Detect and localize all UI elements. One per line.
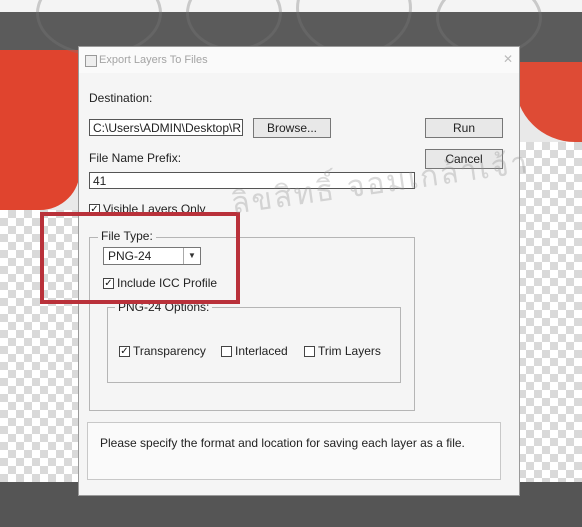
checkbox-checked-icon: ✓ — [103, 277, 114, 289]
file-type-select[interactable]: PNG-24 ▼ — [103, 247, 201, 265]
file-type-value: PNG-24 — [108, 249, 152, 263]
app-icon — [85, 55, 97, 67]
dialog-titlebar: Export Layers To Files ✕ — [79, 47, 519, 73]
chevron-down-icon: ▼ — [183, 248, 200, 264]
visible-layers-label: Visible Layers Only — [103, 202, 206, 216]
cancel-button[interactable]: Cancel — [425, 149, 503, 169]
background-top — [0, 0, 582, 12]
status-message: Please specify the format and location f… — [87, 422, 501, 480]
transparency-checker-right — [518, 142, 582, 482]
checkbox-checked-icon: ✓ — [119, 345, 130, 357]
interlaced-label: Interlaced — [235, 344, 288, 358]
background-red-shape-left — [0, 50, 80, 210]
export-layers-dialog: Export Layers To Files ✕ Destination: C:… — [78, 46, 520, 496]
background-red-shape-right — [515, 62, 582, 142]
browse-button[interactable]: Browse... — [253, 118, 331, 138]
run-button[interactable]: Run — [425, 118, 503, 138]
trim-layers-label: Trim Layers — [318, 344, 381, 358]
include-icc-label: Include ICC Profile — [117, 276, 218, 290]
transparency-label: Transparency — [133, 344, 206, 358]
prefix-label: File Name Prefix: — [89, 151, 182, 165]
visible-layers-checkbox[interactable]: ✓ Visible Layers Only — [89, 202, 206, 216]
transparency-checker-left — [0, 210, 78, 482]
trim-layers-checkbox[interactable]: Trim Layers — [304, 344, 381, 358]
include-icc-checkbox[interactable]: ✓ Include ICC Profile — [103, 276, 217, 290]
destination-input[interactable]: C:\Users\ADMIN\Desktop\R — [89, 119, 243, 136]
transparency-checkbox[interactable]: ✓ Transparency — [119, 344, 206, 358]
interlaced-checkbox[interactable]: Interlaced — [221, 344, 288, 358]
destination-label: Destination: — [89, 91, 153, 105]
checkbox-unchecked-icon — [304, 345, 315, 357]
prefix-input[interactable]: 41 — [89, 172, 415, 189]
dialog-title: Export Layers To Files — [99, 54, 208, 66]
checkbox-checked-icon: ✓ — [89, 203, 100, 215]
checkbox-unchecked-icon — [221, 345, 232, 357]
png-options-legend: PNG-24 Options: — [115, 300, 213, 314]
close-icon[interactable]: ✕ — [503, 52, 513, 66]
file-type-legend: File Type: — [98, 229, 156, 243]
